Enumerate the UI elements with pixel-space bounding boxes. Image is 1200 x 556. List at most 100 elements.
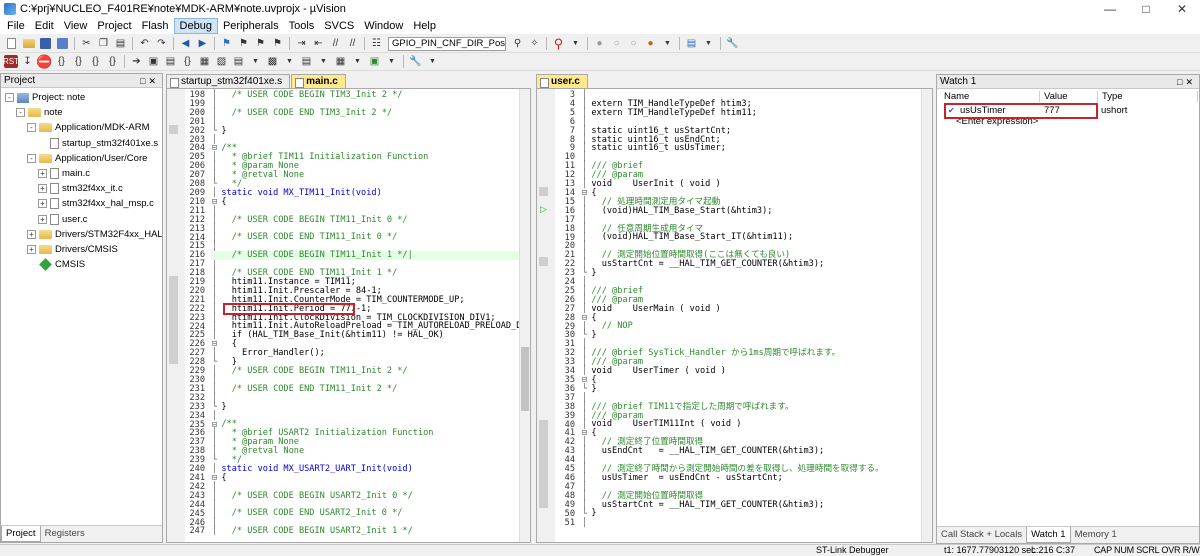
menu-debug[interactable]: Debug (173, 18, 218, 34)
menu-peripherals[interactable]: Peripherals (218, 18, 284, 34)
dropdown-arrow-icon[interactable]: ▼ (248, 55, 263, 69)
tree-item[interactable]: - Application/MDK-ARM (27, 121, 150, 134)
code-line[interactable]: usUsTimer = usEndCnt - usStartCnt; (581, 473, 926, 483)
code-line[interactable]: } (581, 384, 926, 394)
editor-tab[interactable]: main.c (291, 74, 346, 88)
code-line[interactable]: /* USER CODE END USART2_Init 0 */ (211, 509, 521, 518)
open-folder-icon[interactable] (21, 37, 36, 51)
find-combo[interactable]: GPIO_PIN_CNF_DIR_Pos (388, 36, 506, 51)
tree-item[interactable]: + stm32f4xx_hal_msp.c (38, 197, 154, 210)
tree-expander-icon[interactable]: + (27, 245, 36, 254)
code-line[interactable]: static void MX_TIM11_Init(void) (211, 189, 521, 198)
menu-file[interactable]: File (2, 18, 30, 34)
show-next-statement-icon[interactable]: ➔ (129, 55, 144, 69)
left-editor-scrollbar[interactable] (519, 89, 530, 542)
incremental-find-icon[interactable]: ✧ (527, 37, 542, 51)
uncomment-icon[interactable]: // (345, 37, 360, 51)
tree-expander-icon[interactable]: - (16, 108, 25, 118)
call-stack-window-icon[interactable]: ▧ (214, 55, 229, 69)
tree-expander-icon[interactable]: + (38, 169, 47, 178)
tree-item[interactable]: startup_stm32f401xe.s (38, 137, 158, 150)
tab-watch-1[interactable]: Watch 1 (1026, 527, 1071, 543)
tab-registers[interactable]: Registers (41, 526, 89, 542)
disassembly-window-icon[interactable]: ▤ (163, 55, 178, 69)
tree-expander-icon[interactable]: + (27, 229, 36, 239)
code-line[interactable]: * @retval None (211, 447, 521, 456)
indent-icon[interactable]: ⇥ (294, 37, 309, 51)
code-line[interactable]: } (211, 402, 521, 412)
maximize-button[interactable]: □ (1128, 0, 1164, 18)
menu-edit[interactable]: Edit (30, 18, 59, 34)
dropdown-arrow-icon[interactable]: ▼ (660, 37, 675, 51)
breakpoint-icon[interactable]: ● (592, 37, 607, 51)
tree-item[interactable]: CMSIS (27, 258, 85, 272)
cut-icon[interactable]: ✂ (79, 37, 94, 51)
bookmark-prev-icon[interactable]: ⚑ (236, 37, 251, 51)
code-line[interactable]: /* USER CODE BEGIN TIM11_Init 0 */ (211, 215, 521, 225)
nav-forward-icon[interactable]: ▶ (195, 37, 210, 51)
tree-expander-icon[interactable]: - (27, 123, 36, 133)
tree-item[interactable]: + main.c (38, 167, 90, 180)
unindent-icon[interactable]: ⇤ (311, 37, 326, 51)
minimize-button[interactable]: — (1092, 0, 1128, 18)
step-over-icon[interactable]: {} (71, 55, 86, 69)
nav-back-icon[interactable]: ◀ (178, 37, 193, 51)
code-line[interactable]: } (581, 331, 926, 340)
code-line[interactable]: void UserTIM11Int ( void ) (581, 420, 926, 429)
tree-expander-icon[interactable]: - (27, 153, 36, 163)
code-line[interactable]: { (211, 197, 521, 207)
registers-window-icon[interactable]: ▦ (197, 55, 212, 69)
new-file-icon[interactable] (4, 37, 19, 51)
code-line[interactable]: static uint16_t usUsTimer; (581, 144, 926, 153)
code-line[interactable]: usEndCnt = __HAL_TIM_GET_COUNTER(&htim3)… (581, 447, 926, 456)
save-all-icon[interactable] (55, 37, 70, 51)
watch-col-type[interactable]: Type (1098, 91, 1198, 102)
symbols-window-icon[interactable]: {} (180, 55, 195, 69)
stop-icon[interactable]: ⛔ (36, 54, 52, 69)
configure-icon[interactable]: 🔧 (725, 37, 740, 51)
tree-expander-icon[interactable]: + (38, 214, 47, 224)
code-line[interactable] (581, 518, 926, 527)
code-line[interactable]: (void)HAL_TIM_Base_Start_IT(&htim11); (581, 233, 926, 242)
left-editor-scroll-thumb[interactable] (521, 347, 529, 411)
editor-tab[interactable]: user.c (536, 74, 588, 88)
bookmark-clear-icon[interactable]: ⚑ (270, 37, 285, 51)
run-to-cursor-icon[interactable]: {} (105, 55, 120, 69)
tree-item[interactable]: - Project: note (5, 91, 85, 104)
menu-project[interactable]: Project (92, 18, 136, 34)
command-window-icon[interactable]: ▣ (146, 55, 161, 69)
menu-view[interactable]: View (59, 18, 93, 34)
tree-item[interactable]: + Drivers/STM32F4xx_HAL_Driv (27, 228, 162, 241)
tree-expander-icon[interactable]: + (38, 184, 47, 194)
bookmark-icon[interactable]: ⚑ (219, 37, 234, 51)
paste-icon[interactable]: ▤ (113, 37, 128, 51)
code-line[interactable]: * @retval None (211, 171, 521, 180)
code-line[interactable]: // NOP (581, 322, 926, 331)
code-line[interactable]: void UserTimer ( void ) (581, 367, 926, 376)
code-line[interactable]: /* USER CODE BEGIN TIM11_Init 2 */ (211, 367, 521, 376)
tree-expander-icon[interactable]: + (38, 199, 47, 209)
breakpoint-disable-all-icon[interactable]: ○ (626, 37, 641, 51)
code-line[interactable]: extern TIM_HandleTypeDef htim11; (581, 108, 926, 118)
code-line[interactable]: /* USER CODE END TIM3_Init 2 */ (211, 108, 521, 118)
code-line[interactable] (211, 394, 521, 403)
code-line[interactable]: /* USER CODE BEGIN USART2_Init 1 */ (211, 527, 521, 536)
debug-session-icon[interactable]: ⚲ (551, 36, 566, 51)
dropdown-arrow-icon[interactable]: ▼ (384, 55, 399, 69)
code-line[interactable]: /* USER CODE END TIM11_Init 2 */ (211, 384, 521, 394)
analysis-window-icon[interactable]: ▦ (333, 55, 348, 69)
code-line[interactable]: Error_Handler(); (211, 349, 521, 358)
code-line[interactable]: usStartCnt = __HAL_TIM_GET_COUNTER(&htim… (581, 260, 926, 269)
code-line[interactable]: void UserInit ( void ) (581, 180, 926, 189)
panel-pin-close-icon[interactable]: □✕ (1177, 75, 1196, 89)
toolbox-icon[interactable]: 🔧 (408, 55, 423, 69)
user-c-editor[interactable]: ▷ 3 4 5 6 7 8 9 10 11 12 13 14 15 16 17 18 19 20 21 22 23 24 2… (536, 88, 933, 543)
breakpoint-kill-all-icon[interactable]: ● (643, 37, 658, 51)
menu-flash[interactable]: Flash (137, 18, 174, 34)
panel-pin-close-icon[interactable]: □✕ (140, 74, 159, 88)
tab-call-stack-locals[interactable]: Call Stack + Locals (937, 527, 1026, 543)
close-button[interactable]: ✕ (1164, 0, 1200, 18)
code-line[interactable]: static void MX_USART2_UART_Init(void) (211, 465, 521, 474)
dropdown-arrow-icon[interactable]: ▼ (701, 37, 716, 51)
code-line[interactable] (211, 411, 521, 420)
